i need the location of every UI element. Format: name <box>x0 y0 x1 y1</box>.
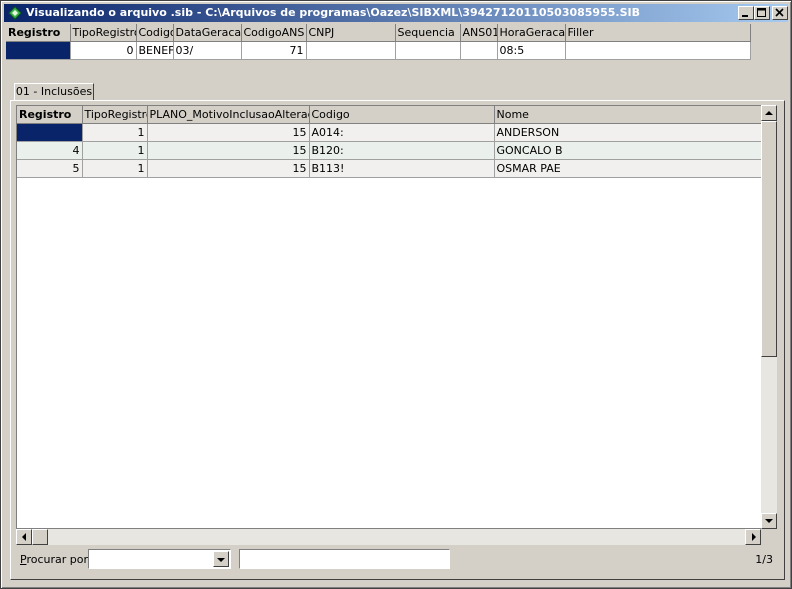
table-cell[interactable]: 08:5 <box>497 41 566 60</box>
table-cell[interactable]: 4 <box>17 141 83 160</box>
main-window: Visualizando o arquivo .sib - C:\Arquivo… <box>0 0 792 589</box>
combo-dropdown-button[interactable] <box>213 551 229 567</box>
app-icon <box>8 6 22 20</box>
table-row[interactable]: 5 1 15 B113! OSMAR PAE <box>17 159 763 178</box>
chevron-down-icon <box>217 558 225 562</box>
table-cell[interactable]: 15 <box>147 123 310 142</box>
table-cell[interactable] <box>306 41 396 60</box>
header-grid: Registro TipoRegistro Codigo DataGeracao… <box>6 24 751 60</box>
column-header[interactable]: Codigo <box>136 24 174 42</box>
page-indicator: 1/3 <box>755 553 773 566</box>
arrow-left-icon <box>22 533 26 541</box>
horizontal-scroll-thumb[interactable] <box>32 529 48 545</box>
arrow-up-icon <box>765 111 773 115</box>
header-record-panel: Registro TipoRegistro Codigo DataGeracao… <box>4 24 788 76</box>
tab-inclusoes[interactable]: 01 - Inclusões <box>14 83 94 101</box>
table-cell[interactable]: 2 <box>17 123 83 142</box>
arrow-down-icon <box>765 519 773 523</box>
records-grid-header-row: Registro TipoRegistro PLANO_MotivoInclus… <box>17 106 763 124</box>
table-row[interactable]: 4 1 15 B120: GONCALO B <box>17 141 763 160</box>
minimize-icon <box>742 15 748 17</box>
table-cell[interactable]: 15 <box>147 141 310 160</box>
column-header[interactable]: Registro <box>6 24 71 42</box>
column-header[interactable]: CodigoANS <box>241 24 307 42</box>
scroll-left-button[interactable] <box>16 529 32 545</box>
records-grid: Registro TipoRegistro PLANO_MotivoInclus… <box>17 106 763 178</box>
table-cell[interactable]: OSMAR PAE <box>494 159 763 178</box>
column-header[interactable]: Codigo <box>309 106 495 124</box>
table-row[interactable]: 2 1 15 A014: ANDERSON <box>17 123 763 142</box>
column-header[interactable]: Filler <box>565 24 751 42</box>
table-cell[interactable]: A014: <box>309 123 495 142</box>
table-cell[interactable]: 1 <box>82 141 148 160</box>
close-icon <box>775 8 784 17</box>
title-bar[interactable]: Visualizando o arquivo .sib - C:\Arquivo… <box>4 4 788 22</box>
horizontal-scrollbar[interactable] <box>16 529 761 545</box>
column-header[interactable]: Registro <box>17 106 83 124</box>
table-cell[interactable]: 5 <box>17 159 83 178</box>
column-header[interactable]: Sequencia <box>395 24 461 42</box>
column-header[interactable]: TipoRegistro <box>82 106 148 124</box>
search-label-text: rocurar por <box>26 553 89 566</box>
column-header[interactable]: CNPJ <box>306 24 396 42</box>
table-cell[interactable]: B113! <box>309 159 495 178</box>
records-grid-area: Registro TipoRegistro PLANO_MotivoInclus… <box>16 105 776 529</box>
table-cell[interactable] <box>565 41 751 60</box>
column-header[interactable]: HoraGeracao <box>497 24 566 42</box>
table-cell[interactable]: 1 <box>6 41 71 60</box>
arrow-right-icon <box>752 533 756 541</box>
search-label: Procurar por <box>20 553 88 566</box>
search-input[interactable] <box>239 549 450 569</box>
header-grid-header-row: Registro TipoRegistro Codigo DataGeracao… <box>6 24 751 42</box>
scrollbar-corner <box>761 529 777 545</box>
table-cell[interactable]: BENEF <box>136 41 174 60</box>
close-button[interactable] <box>772 6 788 20</box>
table-cell[interactable]: GONCALO B <box>494 141 763 160</box>
table-cell[interactable] <box>460 41 498 60</box>
scroll-up-button[interactable] <box>761 105 777 121</box>
vertical-scroll-thumb[interactable] <box>761 121 777 357</box>
search-field-combo[interactable] <box>88 549 231 569</box>
table-cell[interactable]: ANDERSON <box>494 123 763 142</box>
maximize-button[interactable] <box>754 6 770 20</box>
scroll-down-button[interactable] <box>761 513 777 529</box>
column-header[interactable]: Nome <box>494 106 763 124</box>
table-cell[interactable]: 0 <box>70 41 137 60</box>
column-header[interactable]: DataGeracao <box>173 24 242 42</box>
table-row[interactable]: 1 0 BENEF 03/ 71 08:5 <box>6 41 751 60</box>
table-cell[interactable]: 1 <box>82 123 148 142</box>
maximize-icon <box>757 8 766 17</box>
table-cell[interactable]: B120: <box>309 141 495 160</box>
table-cell[interactable] <box>395 41 461 60</box>
header-grid-area: Registro TipoRegistro Codigo DataGeracao… <box>6 24 751 60</box>
window-title: Visualizando o arquivo .sib - C:\Arquivo… <box>26 6 640 19</box>
scroll-right-button[interactable] <box>745 529 761 545</box>
column-header[interactable]: PLANO_MotivoInclusaoAlteracao <box>147 106 310 124</box>
column-header[interactable]: ANS01 <box>460 24 498 42</box>
table-cell[interactable]: 15 <box>147 159 310 178</box>
table-cell[interactable]: 1 <box>82 159 148 178</box>
minimize-button[interactable] <box>738 6 754 20</box>
table-cell[interactable]: 71 <box>241 41 307 60</box>
table-cell[interactable]: 03/ <box>173 41 242 60</box>
column-header[interactable]: TipoRegistro <box>70 24 137 42</box>
